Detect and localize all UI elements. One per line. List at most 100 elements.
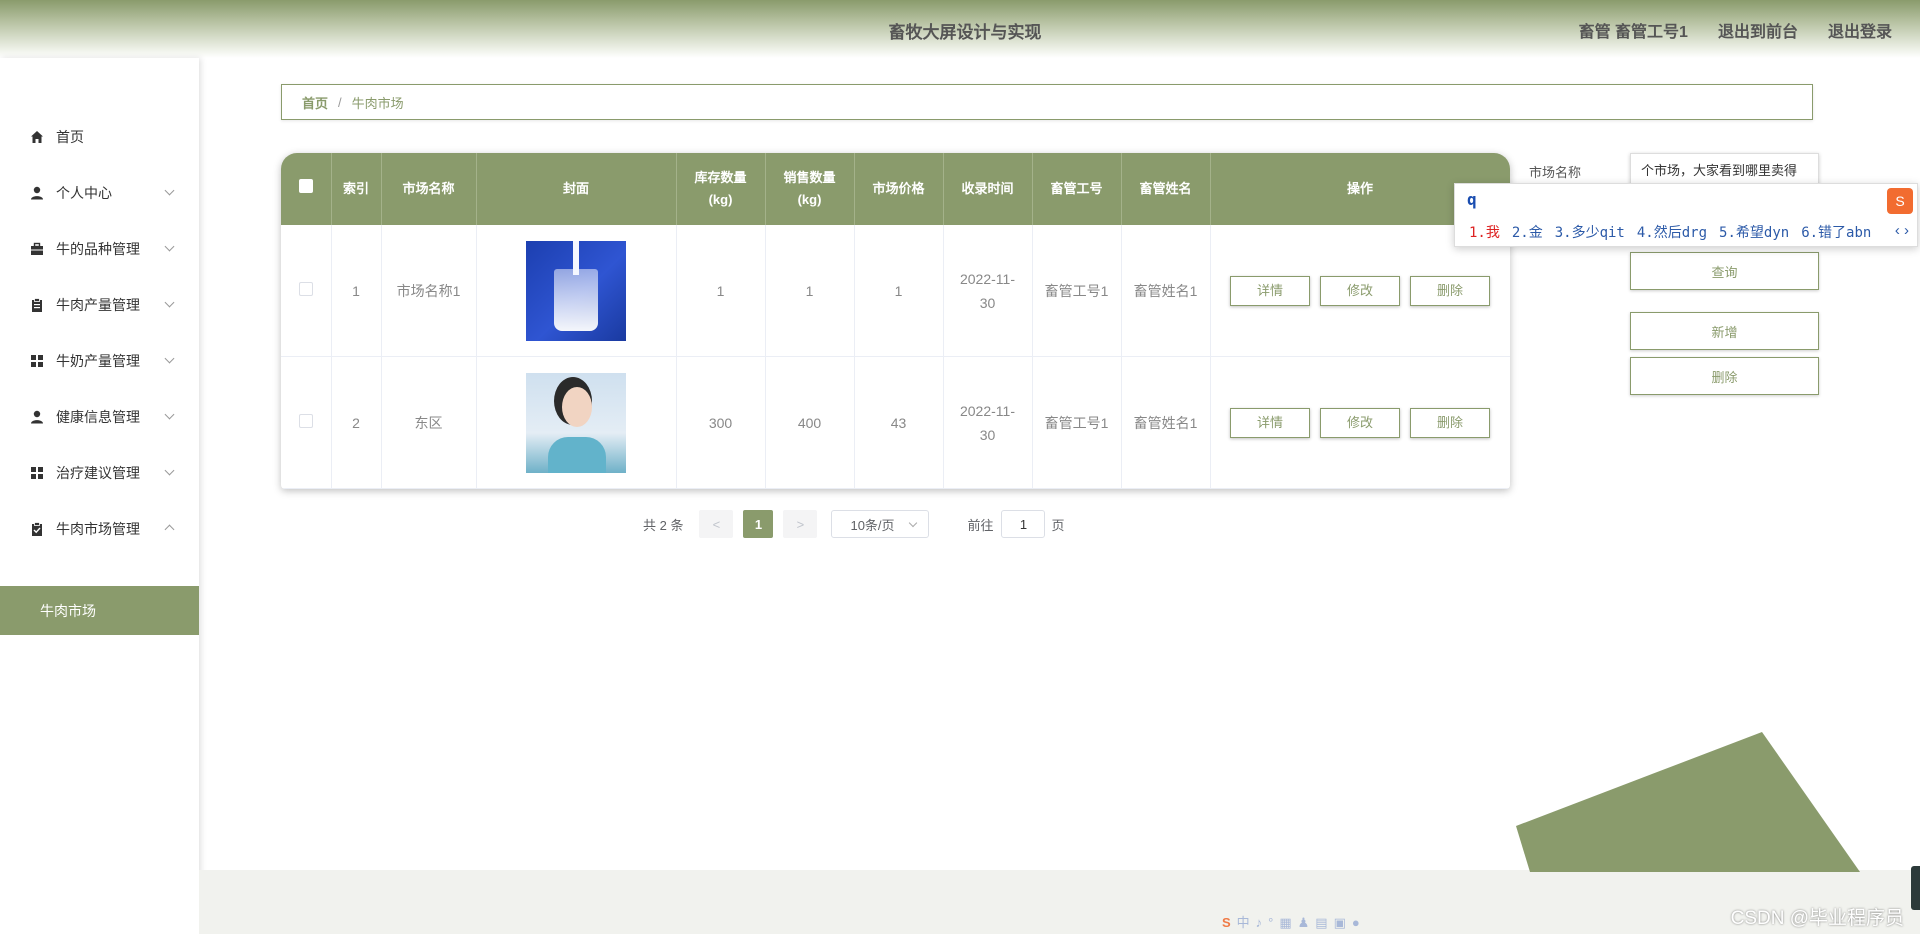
ime-composition: q [1467,190,1477,209]
cell-cover [476,356,677,489]
side-handle[interactable] [1911,866,1920,910]
ime-candidate[interactable]: 1.我 [1469,222,1500,242]
data-table: 索引 市场名称 封面 库存数量 (kg) 销售数量 (kg) 市场价格 收录时间 畜… [281,153,1510,489]
row-checkbox[interactable] [298,413,313,428]
pagination-total: 共 2 条 [643,517,684,533]
ime-candidate[interactable]: 2.金 [1512,222,1543,242]
column-header[interactable]: 市场价格 [854,153,944,225]
cell-staff-id: 畜管工号1 [1032,225,1122,357]
detail-button[interactable]: 详情 [1230,275,1310,306]
sidebar-item-milk-output[interactable]: 牛奶产量管理 [0,333,199,389]
briefcase-icon [30,242,44,256]
sidebar-subitem-beef-market[interactable]: 牛肉市场 [0,586,199,635]
header-actions: 畜管 畜管工号1 退出到前台 退出登录 [1579,18,1892,42]
sidebar-item-beef-market[interactable]: 牛肉市场管理 [0,501,199,557]
column-header[interactable]: 库存数量 (kg) [676,153,766,225]
breadcrumb-separator: / [338,94,342,110]
sidebar-item-health[interactable]: 健康信息管理 [0,389,199,445]
column-header-unit: (kg) [708,192,733,207]
breadcrumb-current: 牛肉市场 [351,95,404,111]
batch-delete-button[interactable]: 删除 [1630,357,1819,395]
sidebar-item-label: 健康信息管理 [56,409,140,425]
ime-candidate[interactable]: 5.希望dyn [1719,222,1789,242]
market-name-label: 市场名称 [1529,165,1582,180]
cell-date: 2022-11- 30 [943,356,1033,489]
sidebar-item-treatment[interactable]: 治疗建议管理 [0,445,199,501]
page-number-button[interactable]: 1 [743,510,774,538]
column-header[interactable]: 畜管姓名 [1121,153,1211,225]
ime-page-nav[interactable]: ‹ › [1895,222,1909,239]
chevron-down-icon [164,297,175,308]
cell-market-name: 东区 [381,356,477,489]
sidebar-item-breed[interactable]: 牛的品种管理 [0,221,199,277]
logout-link[interactable]: 退出登录 [1828,18,1892,42]
cell-staff-name: 畜管姓名1 [1121,356,1211,489]
column-header: 封面 [476,153,677,225]
woman-portrait-image[interactable] [526,372,626,473]
page-suffix: 页 [1051,517,1065,533]
cell-price: 1 [854,225,944,357]
page-size-select[interactable]: 10条/页 [831,510,930,538]
cell-staff-id: 畜管工号1 [1032,356,1122,489]
edit-button[interactable]: 修改 [1320,407,1400,438]
row-select-cell [281,356,332,489]
cell-staff-name: 畜管姓名1 [1121,225,1211,357]
sidebar-subitem-label: 牛肉市场 [40,602,96,619]
edit-button[interactable]: 修改 [1320,275,1400,306]
sidebar-item-label: 牛肉市场管理 [56,521,140,537]
column-header[interactable]: 畜管工号 [1032,153,1122,225]
ime-candidate[interactable]: 6.错了abn [1801,222,1871,242]
sidebar-item-label: 牛的品种管理 [56,241,140,257]
cell-sales: 400 [765,356,855,489]
user-icon [30,186,44,200]
cell-date: 2022-11- 30 [943,225,1033,357]
prev-page-button[interactable]: < [699,510,734,538]
goto-page-input[interactable]: 1 [1001,510,1046,538]
cell-stock: 300 [676,356,766,489]
next-page-button[interactable]: > [783,510,818,538]
sidebar-item-home[interactable]: 首页 [0,109,199,165]
breadcrumb-home[interactable]: 首页 [302,93,328,112]
column-header[interactable]: 销售数量 (kg) [765,153,855,225]
date-line: 2022-11- [959,402,1015,419]
watermark: CSDN @毕业程序员 [1730,908,1904,929]
sidebar: 首页 个人中心 牛的品种管理 牛肉产量管理 牛奶产量管理 健康信息管理 治疗建议… [0,58,199,934]
select-all-checkbox[interactable] [298,179,313,193]
add-button[interactable]: 新增 [1630,312,1819,350]
sidebar-item-label: 治疗建议管理 [56,465,140,481]
ime-candidate[interactable]: 3.多少qit [1555,222,1625,242]
query-button[interactable]: 查询 [1630,252,1819,290]
select-all-cell [281,153,332,225]
ime-candidates: 1.我 2.金 3.多少qit 4.然后drg 5.希望dyn 6.错了abn [1469,222,1871,242]
row-select-cell [281,225,332,357]
ime-candidate[interactable]: 4.然后drg [1637,222,1707,242]
current-user[interactable]: 畜管 畜管工号1 [1579,18,1688,42]
chevron-down-icon [164,465,175,476]
cell-stock: 1 [676,225,766,357]
sidebar-item-label: 个人中心 [56,185,112,201]
delete-button[interactable]: 删除 [1410,407,1490,438]
cell-market-name: 市场名称1 [381,225,477,357]
sidebar-item-label: 牛肉产量管理 [56,297,140,313]
column-header[interactable]: 市场名称 [381,153,477,225]
date-line: 30 [979,294,996,311]
column-header[interactable]: 索引 [331,153,382,225]
detail-button[interactable]: 详情 [1230,407,1310,438]
back-to-front-link[interactable]: 退出到前台 [1718,18,1798,42]
top-header: 畜牧大屏设计与实现 畜管 畜管工号1 退出到前台 退出登录 [0,0,1920,58]
ime-logo-icon: S [1887,188,1913,214]
row-checkbox[interactable] [298,281,313,296]
ime-candidate-popup: q S 1.我 2.金 3.多少qit 4.然后drg 5.希望dyn 6.错了… [1454,183,1918,247]
table-row: 2 东区 300 400 43 2022-11- 30 畜管工号1 畜管姓名1 详… [281,356,1510,489]
column-header[interactable]: 收录时间 [943,153,1033,225]
sidebar-item-beef-output[interactable]: 牛肉产量管理 [0,277,199,333]
sidebar-item-personal-center[interactable]: 个人中心 [0,165,199,221]
milk-glass-image[interactable] [526,240,626,341]
column-header-unit: (kg) [797,192,822,207]
user-icon [30,410,44,424]
chevron-down-icon [164,185,175,196]
chevron-down-icon [164,353,175,364]
delete-button[interactable]: 删除 [1410,275,1490,306]
page-size-value: 10条/页 [850,517,895,533]
goto-label: 前往 [967,517,994,533]
